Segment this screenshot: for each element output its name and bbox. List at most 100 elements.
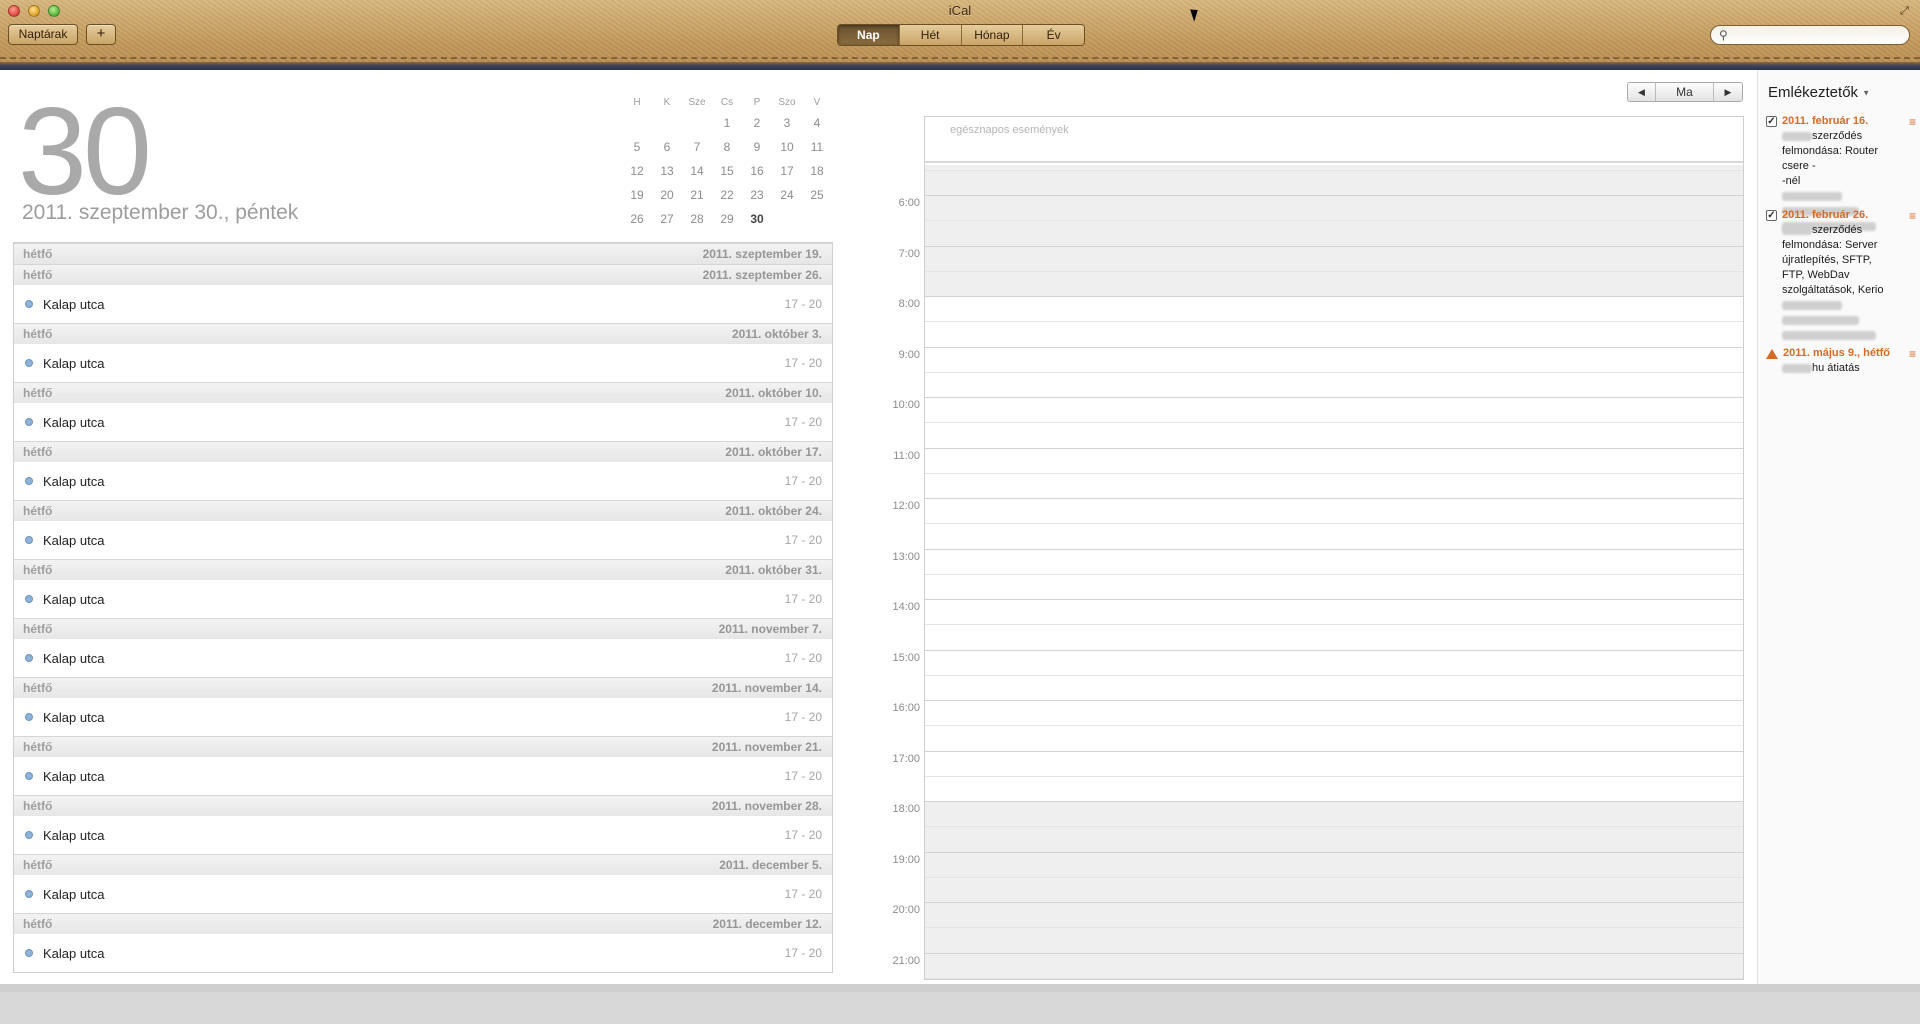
event-time: 17 - 20: [784, 415, 822, 429]
mini-calendar-day[interactable]: 9: [742, 135, 772, 159]
list-date-header: hétfő 2011. szeptember 19.: [14, 243, 832, 264]
mini-calendar-day[interactable]: 2: [742, 111, 772, 135]
tab-month[interactable]: Hónap: [961, 25, 1024, 45]
list-item[interactable]: Kalap utca 17 - 20: [14, 285, 832, 323]
list-item[interactable]: Kalap utca 17 - 20: [14, 521, 832, 559]
reminders-title[interactable]: Emlékeztetők ▼: [1768, 84, 1870, 101]
fullscreen-icon[interactable]: ⤢: [1900, 5, 1912, 17]
mini-calendar-day[interactable]: 28: [682, 207, 712, 231]
tab-day[interactable]: Nap: [838, 25, 900, 45]
redacted-block: [1782, 300, 1842, 310]
list-date-header: hétfő 2011. október 31.: [14, 559, 832, 580]
half-hour-line: [925, 371, 1743, 373]
list-item[interactable]: Kalap utca 17 - 20: [14, 816, 832, 854]
mini-calendar-day[interactable]: 18: [802, 159, 832, 183]
search-input[interactable]: [1737, 27, 1902, 43]
event-name: Kalap utca: [43, 827, 105, 843]
hour-label: 17:00: [892, 752, 920, 765]
mini-calendar-day[interactable]: 12: [622, 159, 652, 183]
reminder-text-line: szerződés: [1782, 223, 1916, 238]
mini-calendar-day[interactable]: 29: [712, 207, 742, 231]
window-bottom-edge: [0, 984, 1920, 992]
mini-calendar-day[interactable]: 20: [652, 183, 682, 207]
tab-week[interactable]: Hét: [899, 25, 962, 45]
reminder-item[interactable]: ✓ 2011. február 26. ≡ szerződés felmondása: …: [1766, 208, 1916, 343]
mini-calendar-day[interactable]: 1: [712, 111, 742, 135]
hour-label: 16:00: [892, 702, 920, 714]
list-item[interactable]: Kalap utca 17 - 20: [14, 639, 832, 677]
checkbox-icon[interactable]: ✓: [1766, 116, 1777, 127]
calendar-color-dot: [25, 654, 33, 662]
list-item[interactable]: Kalap utca 17 - 20: [14, 462, 832, 500]
add-calendar-button[interactable]: +: [86, 24, 116, 45]
list-item[interactable]: Kalap utca 17 - 20: [14, 698, 832, 736]
mini-calendar-day[interactable]: 22: [712, 183, 742, 207]
list-date-header: hétfő 2011. november 7.: [14, 618, 832, 639]
list-item[interactable]: Kalap utca 17 - 20: [14, 875, 832, 913]
mini-calendar-day: [772, 207, 802, 231]
toolbar-edge: [0, 62, 1920, 70]
mini-calendar-day[interactable]: 26: [622, 207, 652, 231]
mini-calendar-day[interactable]: 16: [742, 159, 772, 183]
mini-calendar-day[interactable]: 3: [772, 111, 802, 135]
mini-calendar-day[interactable]: 23: [742, 183, 772, 207]
half-hour-line: [925, 270, 1743, 272]
list-item[interactable]: Kalap utca 17 - 20: [14, 757, 832, 795]
redacted-text: [1782, 298, 1916, 313]
priority-icon[interactable]: ≡: [1909, 348, 1916, 360]
list-item[interactable]: Kalap utca 17 - 20: [14, 403, 832, 441]
list-item[interactable]: Kalap utca 17 - 20: [14, 344, 832, 382]
mini-calendar-day[interactable]: 7: [682, 135, 712, 159]
mini-calendar-day[interactable]: 5: [622, 135, 652, 159]
hour-line: [925, 750, 1743, 752]
mini-calendar-day[interactable]: 24: [772, 183, 802, 207]
mini-calendar-week: 5 6 7 8 9 10 11: [622, 135, 832, 159]
event-time: 17 - 20: [784, 474, 822, 488]
mini-calendar-day[interactable]: 25: [802, 183, 832, 207]
next-day-button[interactable]: ▶: [1714, 83, 1742, 101]
mini-calendar-day[interactable]: 21: [682, 183, 712, 207]
checkbox-icon[interactable]: ✓: [1766, 210, 1777, 221]
list-date: 2011. október 17.: [725, 445, 822, 459]
mini-calendar-week: 1234: [622, 111, 832, 135]
list-weekday: hétfő: [23, 445, 53, 459]
all-day-area[interactable]: egésznapos események: [925, 117, 1743, 163]
previous-day-button[interactable]: ◀: [1628, 83, 1656, 101]
priority-icon[interactable]: ≡: [1909, 210, 1916, 222]
mini-calendar-day[interactable]: 4: [802, 111, 832, 135]
mini-calendar-day[interactable]: 19: [622, 183, 652, 207]
calendar-color-dot: [25, 418, 33, 426]
mini-calendar-day[interactable]: 6: [652, 135, 682, 159]
mini-calendar-day[interactable]: 13: [652, 159, 682, 183]
list-item[interactable]: Kalap utca 17 - 20: [14, 934, 832, 972]
time-grid[interactable]: [925, 165, 1743, 979]
hour-line: [925, 649, 1743, 651]
half-hour-line: [925, 977, 1743, 979]
mini-calendar-day[interactable]: 10: [772, 135, 802, 159]
mini-calendar-day[interactable]: 14: [682, 159, 712, 183]
mini-calendar-day[interactable]: 8: [712, 135, 742, 159]
toolbar: iCal ⤢ Naptárak + Nap Hét Hónap Év ⚲: [0, 0, 1920, 70]
search-icon[interactable]: ⚲: [1719, 28, 1728, 42]
reminder-text: újratlepítés, SFTP,: [1782, 254, 1872, 266]
reminders-title-text: Emlékeztetők: [1768, 84, 1859, 101]
tab-year[interactable]: Év: [1023, 25, 1084, 45]
selected-day-number: 30: [18, 83, 152, 221]
event-name: Kalap utca: [43, 768, 105, 784]
mini-calendar-day[interactable]: 27: [652, 207, 682, 231]
mini-calendar-day[interactable]: 15: [712, 159, 742, 183]
list-item[interactable]: Kalap utca 17 - 20: [14, 580, 832, 618]
reminder-item[interactable]: 2011. május 9., hétfő ≡ hu átiatás: [1766, 346, 1916, 376]
today-button[interactable]: Ma: [1656, 83, 1714, 101]
list-date: 2011. október 10.: [725, 386, 822, 400]
priority-icon[interactable]: ≡: [1909, 116, 1916, 128]
chevron-down-icon: ▼: [1862, 88, 1871, 98]
reminder-text: szolgáltatások, Kerio: [1782, 284, 1884, 296]
day-view[interactable]: egésznapos események: [924, 116, 1744, 980]
mini-calendar-day[interactable]: 11: [802, 135, 832, 159]
reminder-text: szerződés: [1812, 224, 1863, 236]
calendars-button[interactable]: Naptárak: [8, 24, 78, 45]
mini-calendar-day[interactable]: 30: [742, 207, 772, 231]
mini-calendar-day[interactable]: 17: [772, 159, 802, 183]
list-date-header: hétfő 2011. december 12.: [14, 913, 832, 934]
